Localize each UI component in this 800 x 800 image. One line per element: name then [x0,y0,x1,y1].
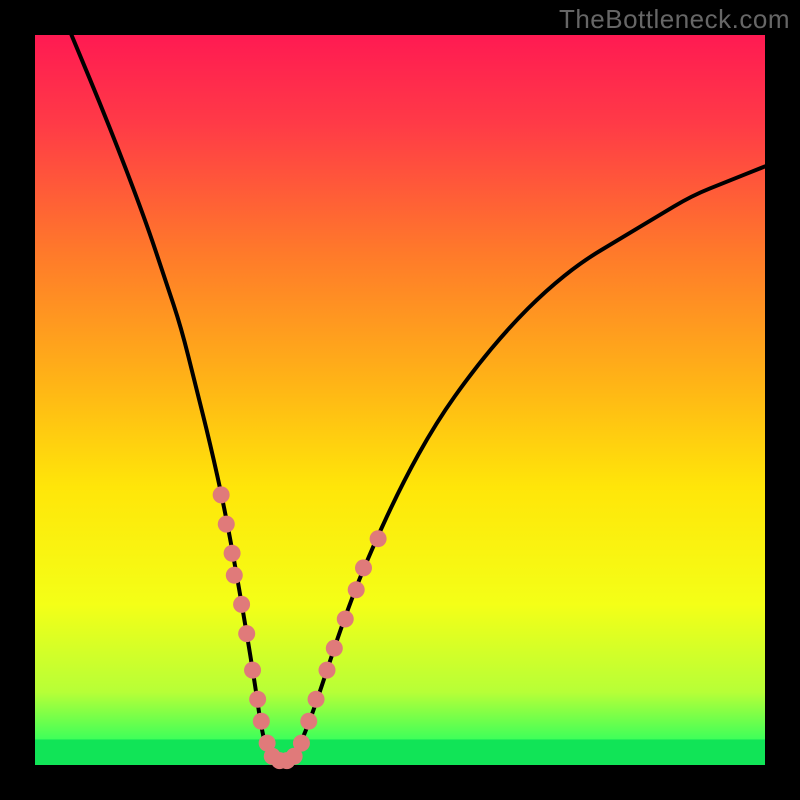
marker-dot [213,486,230,503]
chart-container: TheBottleneck.com [0,0,800,800]
marker-dot [348,581,365,598]
marker-dot [300,713,317,730]
marker-dot [308,691,325,708]
marker-dot [355,559,372,576]
marker-dot [224,545,241,562]
watermark-text: TheBottleneck.com [559,4,790,35]
marker-dot [233,596,250,613]
marker-dot [370,530,387,547]
marker-dot [319,662,336,679]
marker-dot [218,516,235,533]
bottom-band [35,739,765,765]
plot-background [35,35,765,765]
marker-dot [253,713,270,730]
marker-dot [249,691,266,708]
plot-area [35,35,765,769]
marker-dot [337,611,354,628]
marker-dot [226,567,243,584]
marker-dot [244,662,261,679]
marker-dot [293,735,310,752]
marker-dot [238,625,255,642]
chart-svg [0,0,800,800]
marker-dot [326,640,343,657]
